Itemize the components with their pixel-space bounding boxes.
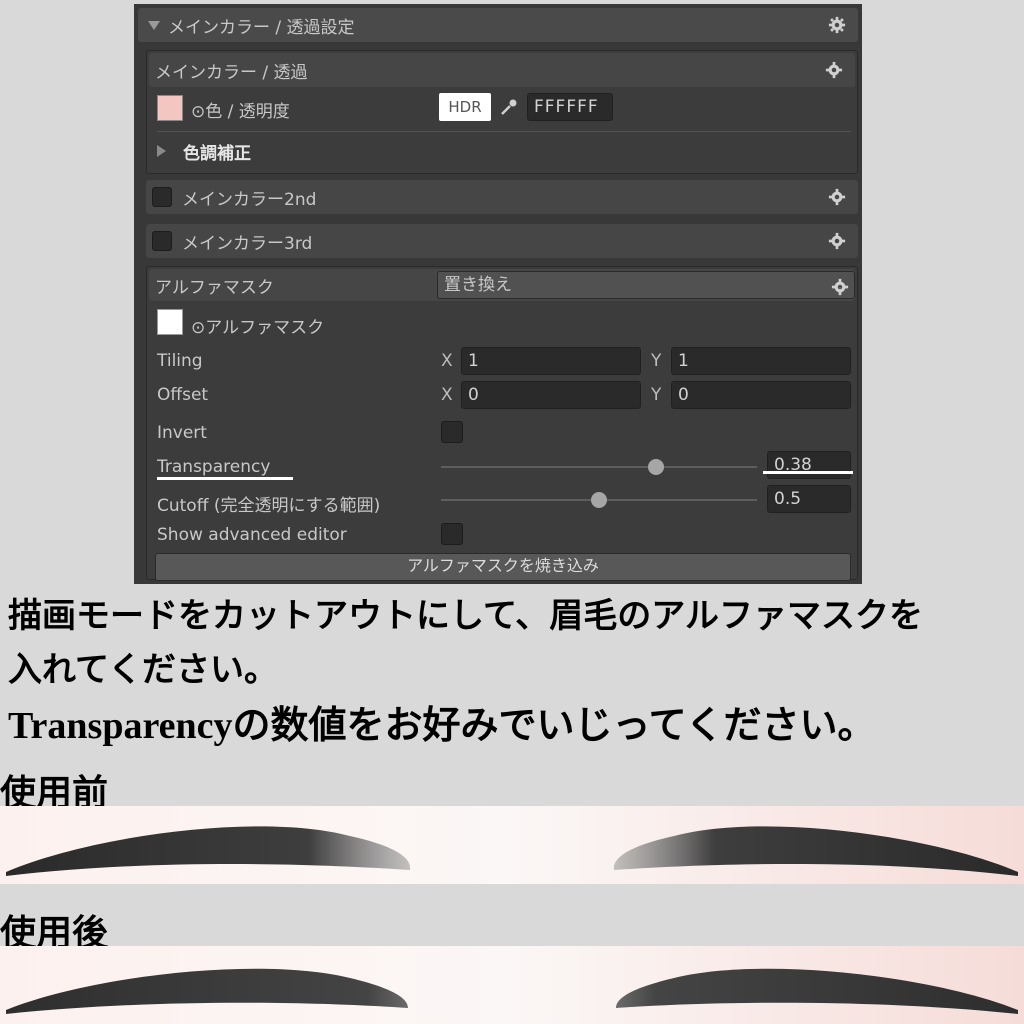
cutoff-label: Cutoff (完全透明にする範囲): [157, 496, 381, 516]
hex-color-field[interactable]: FFFFFF: [527, 93, 613, 121]
divider: [157, 131, 851, 132]
advanced-editor-checkbox[interactable]: [441, 523, 463, 545]
foldout-title: メインカラー / 透過設定: [168, 17, 355, 38]
tiling-y-axis-label: Y: [651, 351, 662, 371]
transparency-value-underline: [763, 471, 853, 474]
offset-label: Offset: [157, 385, 209, 405]
alpha-mask-texture-slot[interactable]: [157, 309, 183, 335]
alpha-mask-texture-label: ⊙アルファマスク: [191, 318, 325, 338]
transparency-label-underline: [157, 477, 293, 480]
alpha-mask-box: アルファマスク 置き換え ⊙アルファマスク Tiling X 1 Y 1 Off…: [146, 266, 858, 581]
main-texture-thumbnail[interactable]: [157, 95, 183, 121]
cutoff-value-field[interactable]: 0.5: [767, 485, 851, 513]
invert-label: Invert: [157, 423, 207, 443]
offset-x-field[interactable]: 0: [461, 381, 641, 409]
cutoff-slider-thumb[interactable]: [591, 492, 607, 508]
alpha-mask-mode-dropdown[interactable]: 置き換え: [437, 271, 855, 299]
main-color-header: メインカラー / 透過: [149, 53, 855, 87]
tiling-label: Tiling: [157, 351, 203, 371]
main-color-2nd-checkbox[interactable]: [152, 187, 172, 207]
transparency-label: Transparency: [157, 457, 271, 477]
transparency-value-field[interactable]: 0.38: [767, 451, 851, 479]
foldout-arrow-icon: [148, 20, 160, 30]
invert-checkbox[interactable]: [441, 421, 463, 443]
offset-y-axis-label: Y: [651, 385, 662, 405]
offset-x-axis-label: X: [441, 385, 453, 405]
tiling-y-field[interactable]: 1: [671, 347, 851, 375]
main-color-box: メインカラー / 透過 ⊙色 / 透明度 HDR FFFFFF 色調補正: [146, 50, 858, 174]
material-inspector-panel: メインカラー / 透過設定 メインカラー / 透過 ⊙色 / 透明度 HDR F…: [134, 4, 862, 584]
main-color-2nd-title: メインカラー2nd: [182, 189, 317, 210]
color-adjust-foldout[interactable]: 色調補正: [183, 139, 251, 164]
transparency-slider-track[interactable]: [441, 466, 757, 468]
instruction-line-1: 描画モードをカットアウトにして、眉毛のアルファマスクを: [8, 596, 923, 636]
main-color-3rd-checkbox[interactable]: [152, 231, 172, 251]
main-color-3rd-header[interactable]: メインカラー3rd: [146, 224, 858, 258]
bake-alpha-mask-button[interactable]: アルファマスクを焼き込み: [155, 553, 851, 581]
transparency-slider-thumb[interactable]: [647, 459, 664, 475]
eyebrows-before-image: [0, 806, 1024, 884]
advanced-editor-label: Show advanced editor: [157, 525, 347, 545]
color-label: ⊙色 / 透明度: [191, 102, 290, 122]
gear-icon[interactable]: [828, 232, 846, 250]
tiling-x-field[interactable]: 1: [461, 347, 641, 375]
alpha-mask-mode-value: 置き換え: [444, 275, 512, 295]
gear-icon[interactable]: [828, 188, 846, 206]
gear-icon[interactable]: [825, 61, 843, 79]
gear-icon[interactable]: [828, 16, 846, 34]
eyedropper-icon[interactable]: [499, 97, 519, 117]
main-color-transparency-foldout[interactable]: メインカラー / 透過設定: [138, 8, 858, 42]
tiling-x-axis-label: X: [441, 351, 453, 371]
main-color-2nd-header[interactable]: メインカラー2nd: [146, 180, 858, 214]
instruction-line-3: Transparencyの数値をお好みでいじってください。: [8, 705, 876, 747]
hdr-color-swatch[interactable]: HDR: [439, 93, 491, 121]
main-color-title: メインカラー / 透過: [155, 62, 308, 83]
gear-icon[interactable]: [831, 278, 849, 296]
alpha-mask-title: アルファマスク: [155, 277, 274, 298]
offset-y-field[interactable]: 0: [671, 381, 851, 409]
instruction-line-2: 入れてください。: [8, 650, 278, 690]
main-color-3rd-title: メインカラー3rd: [182, 233, 313, 254]
expand-arrow-icon[interactable]: [157, 145, 166, 157]
eyebrows-after-image: [0, 946, 1024, 1024]
